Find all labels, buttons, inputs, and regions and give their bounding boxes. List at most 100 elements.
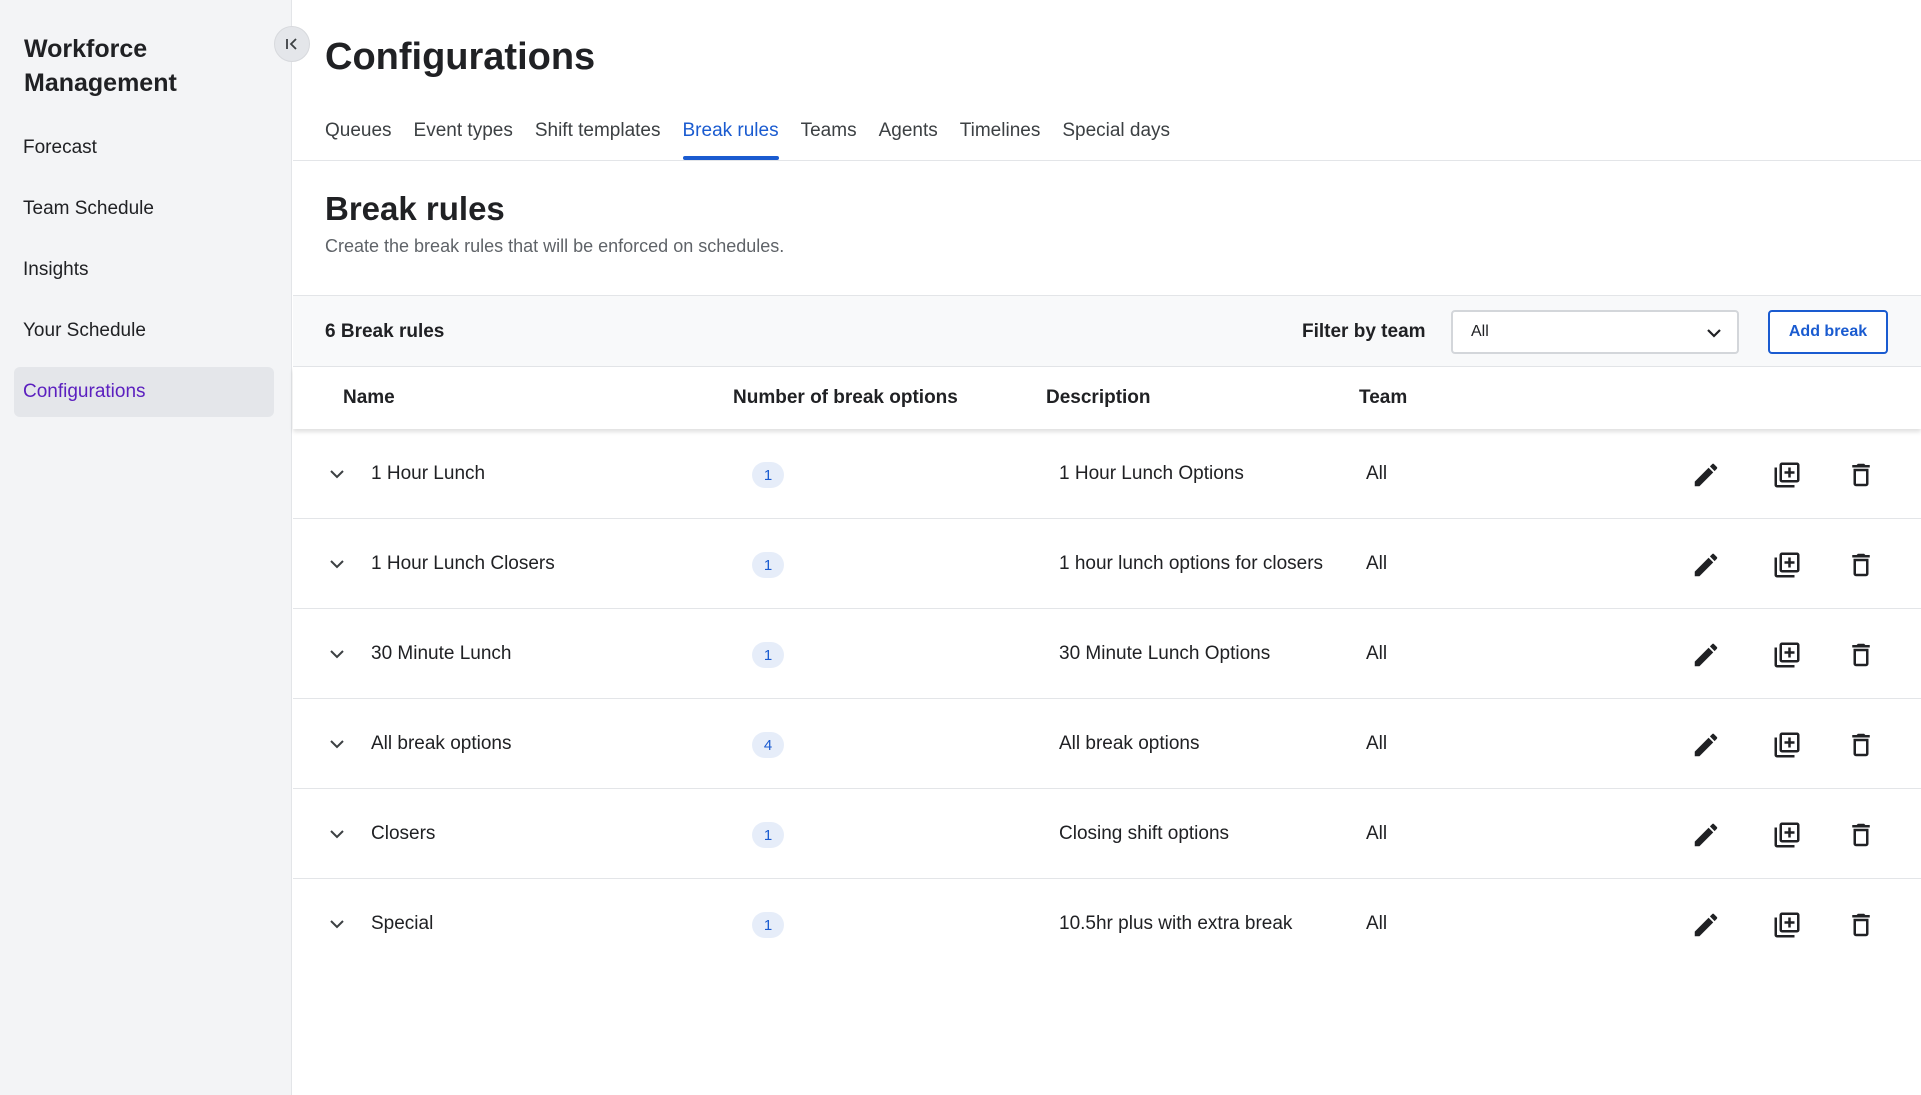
chevron-down-icon[interactable] <box>325 912 349 936</box>
sidebar-item-your-schedule[interactable]: Your Schedule <box>14 306 274 356</box>
chevron-down-icon <box>1707 329 1721 338</box>
pencil-icon <box>1694 823 1718 847</box>
sidebar: Workforce Management Forecast Team Sched… <box>0 0 292 1095</box>
table-row: 30 Minute Lunch 1 30 Minute Lunch Option… <box>293 609 1921 699</box>
options-count-badge: 1 <box>752 552 784 578</box>
chevron-down-icon[interactable] <box>325 642 349 666</box>
tab-shift-templates[interactable]: Shift templates <box>535 112 661 160</box>
table-row: Special 1 10.5hr plus with extra break A… <box>293 879 1921 969</box>
duplicate-button[interactable] <box>1771 459 1803 491</box>
duplicate-button[interactable] <box>1771 819 1803 851</box>
chevron-down-icon[interactable] <box>325 732 349 756</box>
rule-description: 1 Hour Lunch Options <box>1059 463 1244 484</box>
section-subtitle: Create the break rules that will be enfo… <box>325 236 785 256</box>
edit-button[interactable] <box>1690 819 1722 851</box>
config-tabs: Queues Event types Shift templates Break… <box>325 112 1192 160</box>
duplicate-button[interactable] <box>1771 909 1803 941</box>
add-break-button[interactable]: Add break <box>1768 310 1888 354</box>
section-title: Break rules <box>325 190 505 227</box>
pencil-icon <box>1694 733 1718 757</box>
rule-team: All <box>1366 913 1388 934</box>
delete-button[interactable] <box>1845 909 1877 941</box>
sidebar-nav: Forecast Team Schedule Insights Your Sch… <box>14 123 274 428</box>
table-row: 1 Hour Lunch Closers 1 1 hour lunch opti… <box>293 519 1921 609</box>
delete-button[interactable] <box>1845 459 1877 491</box>
pencil-icon <box>1694 553 1718 577</box>
rule-name: All break options <box>371 733 512 754</box>
duplicate-icon <box>1774 732 1800 758</box>
page-title: Configurations <box>325 36 596 78</box>
delete-button[interactable] <box>1845 639 1877 671</box>
table-row: All break options 4 All break options Al… <box>293 699 1921 789</box>
sidebar-item-insights[interactable]: Insights <box>14 245 274 295</box>
column-header-name[interactable]: Name <box>343 387 395 409</box>
team-filter-select[interactable]: All <box>1451 310 1739 354</box>
edit-button[interactable] <box>1690 639 1722 671</box>
delete-button[interactable] <box>1845 729 1877 761</box>
table-body: 1 Hour Lunch 1 1 Hour Lunch Options All … <box>293 429 1921 969</box>
options-count-badge: 1 <box>752 822 784 848</box>
duplicate-button[interactable] <box>1771 729 1803 761</box>
edit-button[interactable] <box>1690 729 1722 761</box>
duplicate-icon <box>1774 552 1800 578</box>
options-count-badge: 4 <box>752 732 784 758</box>
collapse-sidebar-button[interactable] <box>274 26 310 62</box>
rule-description: All break options <box>1059 733 1200 754</box>
sidebar-item-configurations[interactable]: Configurations <box>14 367 274 417</box>
tab-queues[interactable]: Queues <box>325 112 392 160</box>
options-count-badge: 1 <box>752 462 784 488</box>
tab-teams[interactable]: Teams <box>801 112 857 160</box>
pencil-icon <box>1694 463 1718 487</box>
duplicate-button[interactable] <box>1771 639 1803 671</box>
rule-name: Special <box>371 913 434 934</box>
pencil-icon <box>1694 913 1718 937</box>
rule-team: All <box>1366 643 1388 664</box>
filter-label: Filter by team <box>1302 321 1426 342</box>
tabs-divider <box>293 160 1921 161</box>
chevron-down-icon[interactable] <box>325 462 349 486</box>
rule-description: Closing shift options <box>1059 823 1230 844</box>
column-header-description[interactable]: Description <box>1046 387 1151 409</box>
tab-agents[interactable]: Agents <box>879 112 938 160</box>
main-content: Configurations Queues Event types Shift … <box>293 0 1921 1095</box>
tab-timelines[interactable]: Timelines <box>960 112 1041 160</box>
delete-button[interactable] <box>1845 549 1877 581</box>
sidebar-item-forecast[interactable]: Forecast <box>14 123 274 173</box>
rule-name: 1 Hour Lunch <box>371 463 486 484</box>
edit-button[interactable] <box>1690 909 1722 941</box>
tab-break-rules[interactable]: Break rules <box>682 112 779 160</box>
duplicate-icon <box>1774 642 1800 668</box>
rule-description: 1 hour lunch options for closers <box>1059 553 1324 574</box>
duplicate-icon <box>1774 822 1800 848</box>
team-filter-value: All <box>1471 323 1489 340</box>
rule-count: 6 Break rules <box>325 321 445 342</box>
delete-button[interactable] <box>1845 819 1877 851</box>
trash-icon <box>1852 463 1870 487</box>
chevron-down-icon[interactable] <box>325 822 349 846</box>
duplicate-button[interactable] <box>1771 549 1803 581</box>
trash-icon <box>1852 823 1870 847</box>
table-toolbar: 6 Break rules Filter by team All Add bre… <box>293 295 1921 367</box>
column-header-team[interactable]: Team <box>1359 387 1407 409</box>
edit-button[interactable] <box>1690 459 1722 491</box>
rule-team: All <box>1366 553 1388 574</box>
chevron-down-icon[interactable] <box>325 552 349 576</box>
sidebar-item-team-schedule[interactable]: Team Schedule <box>14 184 274 234</box>
collapse-left-icon <box>286 38 297 50</box>
tab-event-types[interactable]: Event types <box>414 112 513 160</box>
column-header-options[interactable]: Number of break options <box>733 387 958 409</box>
tab-special-days[interactable]: Special days <box>1062 112 1170 160</box>
rule-name: 1 Hour Lunch Closers <box>371 553 555 574</box>
trash-icon <box>1852 913 1870 937</box>
options-count-badge: 1 <box>752 642 784 668</box>
trash-icon <box>1852 643 1870 667</box>
table-row: 1 Hour Lunch 1 1 Hour Lunch Options All <box>293 429 1921 519</box>
edit-button[interactable] <box>1690 549 1722 581</box>
trash-icon <box>1852 553 1870 577</box>
table-row: Closers 1 Closing shift options All <box>293 789 1921 879</box>
duplicate-icon <box>1774 462 1800 488</box>
rule-name: Closers <box>371 823 436 844</box>
rule-team: All <box>1366 823 1388 844</box>
table-header: Name Number of break options Description… <box>293 367 1921 429</box>
app-title: Workforce Management <box>24 35 177 97</box>
